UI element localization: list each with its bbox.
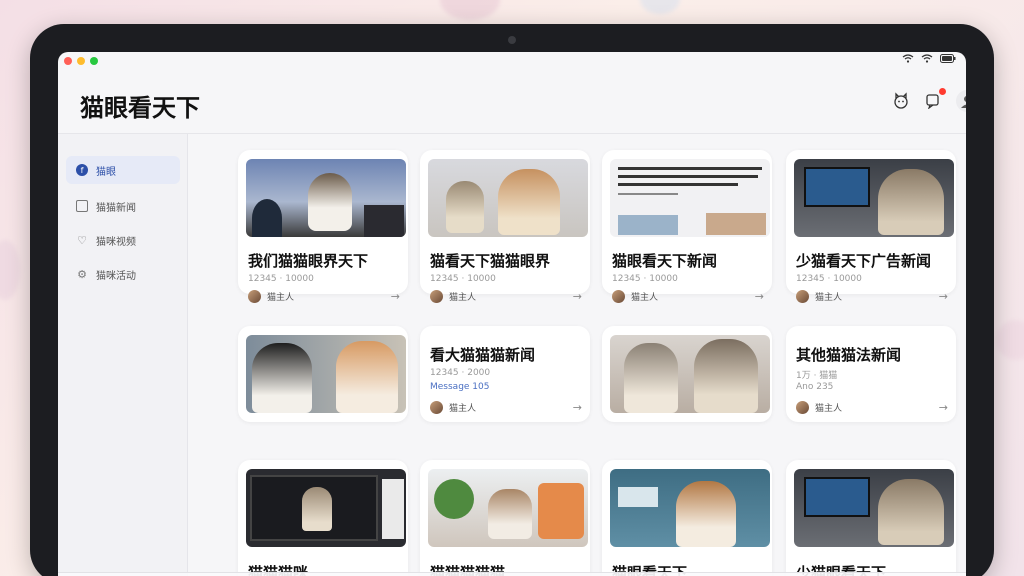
article-card[interactable]: 猫猫猫猫猫 bbox=[420, 460, 590, 576]
arrow-right-icon[interactable]: → bbox=[939, 290, 948, 303]
article-card[interactable]: 我们猫猫眼界天下 12345 · 10000 猫主人 → bbox=[238, 150, 408, 303]
user-avatar-icon[interactable] bbox=[956, 90, 966, 112]
article-thumbnail bbox=[428, 159, 588, 237]
author-name: 猫主人 bbox=[631, 292, 659, 303]
article-card[interactable]: 其他猫猫法新闻 1万 · 猫猫 Ano 235 猫主人 → bbox=[786, 326, 956, 422]
wifi-icon bbox=[921, 54, 940, 66]
article-footer: 猫主人 → bbox=[796, 400, 948, 414]
background-blob bbox=[440, 0, 500, 20]
calendar-icon bbox=[76, 200, 88, 212]
article-meta: 12345 · 10000 bbox=[796, 274, 862, 284]
article-card[interactable]: 猫猫猫咪 bbox=[238, 460, 408, 576]
notification-icon[interactable] bbox=[922, 88, 946, 112]
author-avatar bbox=[796, 289, 809, 303]
article-thumbnail bbox=[610, 469, 770, 547]
notification-badge bbox=[939, 88, 946, 95]
article-card[interactable]: 看大猫猫猫新闻 12345 · 2000 Message 105 猫主人 → bbox=[420, 326, 590, 422]
author-avatar bbox=[612, 289, 625, 303]
arrow-right-icon[interactable]: → bbox=[573, 401, 582, 414]
article-thumbnail bbox=[610, 335, 770, 413]
article-title: 我们猫猫眼界天下 bbox=[248, 252, 369, 270]
content-grid: 我们猫猫眼界天下 12345 · 10000 猫主人 → 猫看天下猫猫眼界 12… bbox=[188, 134, 966, 576]
facebook-icon: f bbox=[76, 164, 88, 176]
sidebar-item-label: 猫咪视频 bbox=[96, 236, 136, 248]
tablet-frame: 猫眼看天下 f 猫眼 猫猫新闻 ♡ 猫咪视频 ⚙ 猫咪活动 我们猫猫眼界天下 1… bbox=[30, 24, 994, 576]
heart-icon: ♡ bbox=[77, 233, 87, 247]
background-blob bbox=[640, 0, 680, 14]
article-meta: 12345 · 10000 bbox=[430, 274, 496, 284]
author-avatar bbox=[248, 289, 261, 303]
sidebar-item-home[interactable]: f 猫眼 bbox=[66, 156, 180, 184]
app-screen: 猫眼看天下 f 猫眼 猫猫新闻 ♡ 猫咪视频 ⚙ 猫咪活动 我们猫猫眼界天下 1… bbox=[58, 52, 966, 576]
article-thumbnail bbox=[428, 469, 588, 547]
background-blob bbox=[996, 320, 1024, 360]
article-card[interactable] bbox=[238, 326, 408, 422]
close-window-button[interactable] bbox=[64, 57, 72, 65]
article-card[interactable]: 少猫看天下广告新闻 12345 · 10000 猫主人 → bbox=[786, 150, 956, 303]
cat-face-icon[interactable] bbox=[890, 90, 912, 112]
minimize-window-button[interactable] bbox=[77, 57, 85, 65]
sidebar-item-events[interactable]: ⚙ 猫咪活动 bbox=[66, 260, 180, 288]
arrow-right-icon[interactable]: → bbox=[573, 290, 582, 303]
article-meta-secondary: Message 105 bbox=[430, 382, 490, 392]
article-card[interactable]: 少猫眼看天下 bbox=[786, 460, 956, 576]
article-card[interactable]: 猫眼看天下新闻 12345 · 10000 猫主人 → bbox=[602, 150, 772, 303]
article-title: 看大猫猫猫新闻 bbox=[430, 346, 536, 364]
article-meta: 12345 · 10000 bbox=[612, 274, 678, 284]
battery-icon bbox=[940, 54, 956, 66]
background-blob bbox=[0, 240, 20, 300]
article-thumbnail bbox=[246, 469, 406, 547]
app-title: 猫眼看天下 bbox=[80, 94, 200, 122]
article-title: 少猫看天下广告新闻 bbox=[796, 252, 932, 270]
article-card[interactable]: 猫眼看天下 bbox=[602, 460, 772, 576]
author-name: 猫主人 bbox=[449, 292, 477, 303]
article-card[interactable]: 猫看天下猫猫眼界 12345 · 10000 猫主人 → bbox=[420, 150, 590, 303]
author-avatar bbox=[430, 400, 443, 414]
arrow-right-icon[interactable]: → bbox=[755, 290, 764, 303]
author-name: 猫主人 bbox=[449, 403, 477, 414]
wifi-icon bbox=[902, 54, 921, 66]
sidebar-item-label: 猫咪活动 bbox=[96, 270, 136, 282]
status-bar-icons bbox=[902, 54, 956, 66]
bottom-dock: ⌂ ▣ ⌛ bbox=[58, 572, 966, 576]
sidebar: f 猫眼 猫猫新闻 ♡ 猫咪视频 ⚙ 猫咪活动 bbox=[58, 134, 188, 576]
article-meta-secondary: Ano 235 bbox=[796, 382, 834, 392]
article-thumbnail bbox=[246, 335, 406, 413]
article-title: 猫眼看天下新闻 bbox=[612, 252, 718, 270]
article-thumbnail bbox=[246, 159, 406, 237]
article-meta: 1万 · 猫猫 bbox=[796, 371, 838, 381]
sidebar-item-label: 猫眼 bbox=[96, 166, 116, 178]
author-name: 猫主人 bbox=[815, 292, 843, 303]
article-footer: 猫主人 → bbox=[248, 289, 400, 303]
article-footer: 猫主人 → bbox=[430, 400, 582, 414]
author-name: 猫主人 bbox=[815, 403, 843, 414]
article-meta: 12345 · 10000 bbox=[248, 274, 314, 284]
window-bar bbox=[58, 52, 966, 70]
author-name: 猫主人 bbox=[267, 292, 295, 303]
app-header: 猫眼看天下 bbox=[58, 70, 966, 134]
arrow-right-icon[interactable]: → bbox=[391, 290, 400, 303]
maximize-window-button[interactable] bbox=[90, 57, 98, 65]
sidebar-item-label: 猫猫新闻 bbox=[96, 202, 136, 214]
camera-dot bbox=[508, 36, 516, 44]
article-card[interactable] bbox=[602, 326, 772, 422]
article-thumbnail bbox=[794, 469, 954, 547]
article-footer: 猫主人 → bbox=[430, 289, 582, 303]
article-title: 猫看天下猫猫眼界 bbox=[430, 252, 551, 270]
article-footer: 猫主人 → bbox=[612, 289, 764, 303]
article-footer: 猫主人 → bbox=[796, 289, 948, 303]
author-avatar bbox=[430, 289, 443, 303]
article-meta: 12345 · 2000 bbox=[430, 368, 491, 378]
arrow-right-icon[interactable]: → bbox=[939, 401, 948, 414]
article-title: 其他猫猫法新闻 bbox=[796, 346, 902, 364]
sidebar-item-videos[interactable]: ♡ 猫咪视频 bbox=[66, 226, 180, 254]
sidebar-item-news[interactable]: 猫猫新闻 bbox=[66, 192, 180, 220]
author-avatar bbox=[796, 400, 809, 414]
article-thumbnail bbox=[794, 159, 954, 237]
article-thumbnail bbox=[610, 159, 770, 237]
settings-icon: ⚙ bbox=[77, 267, 87, 281]
